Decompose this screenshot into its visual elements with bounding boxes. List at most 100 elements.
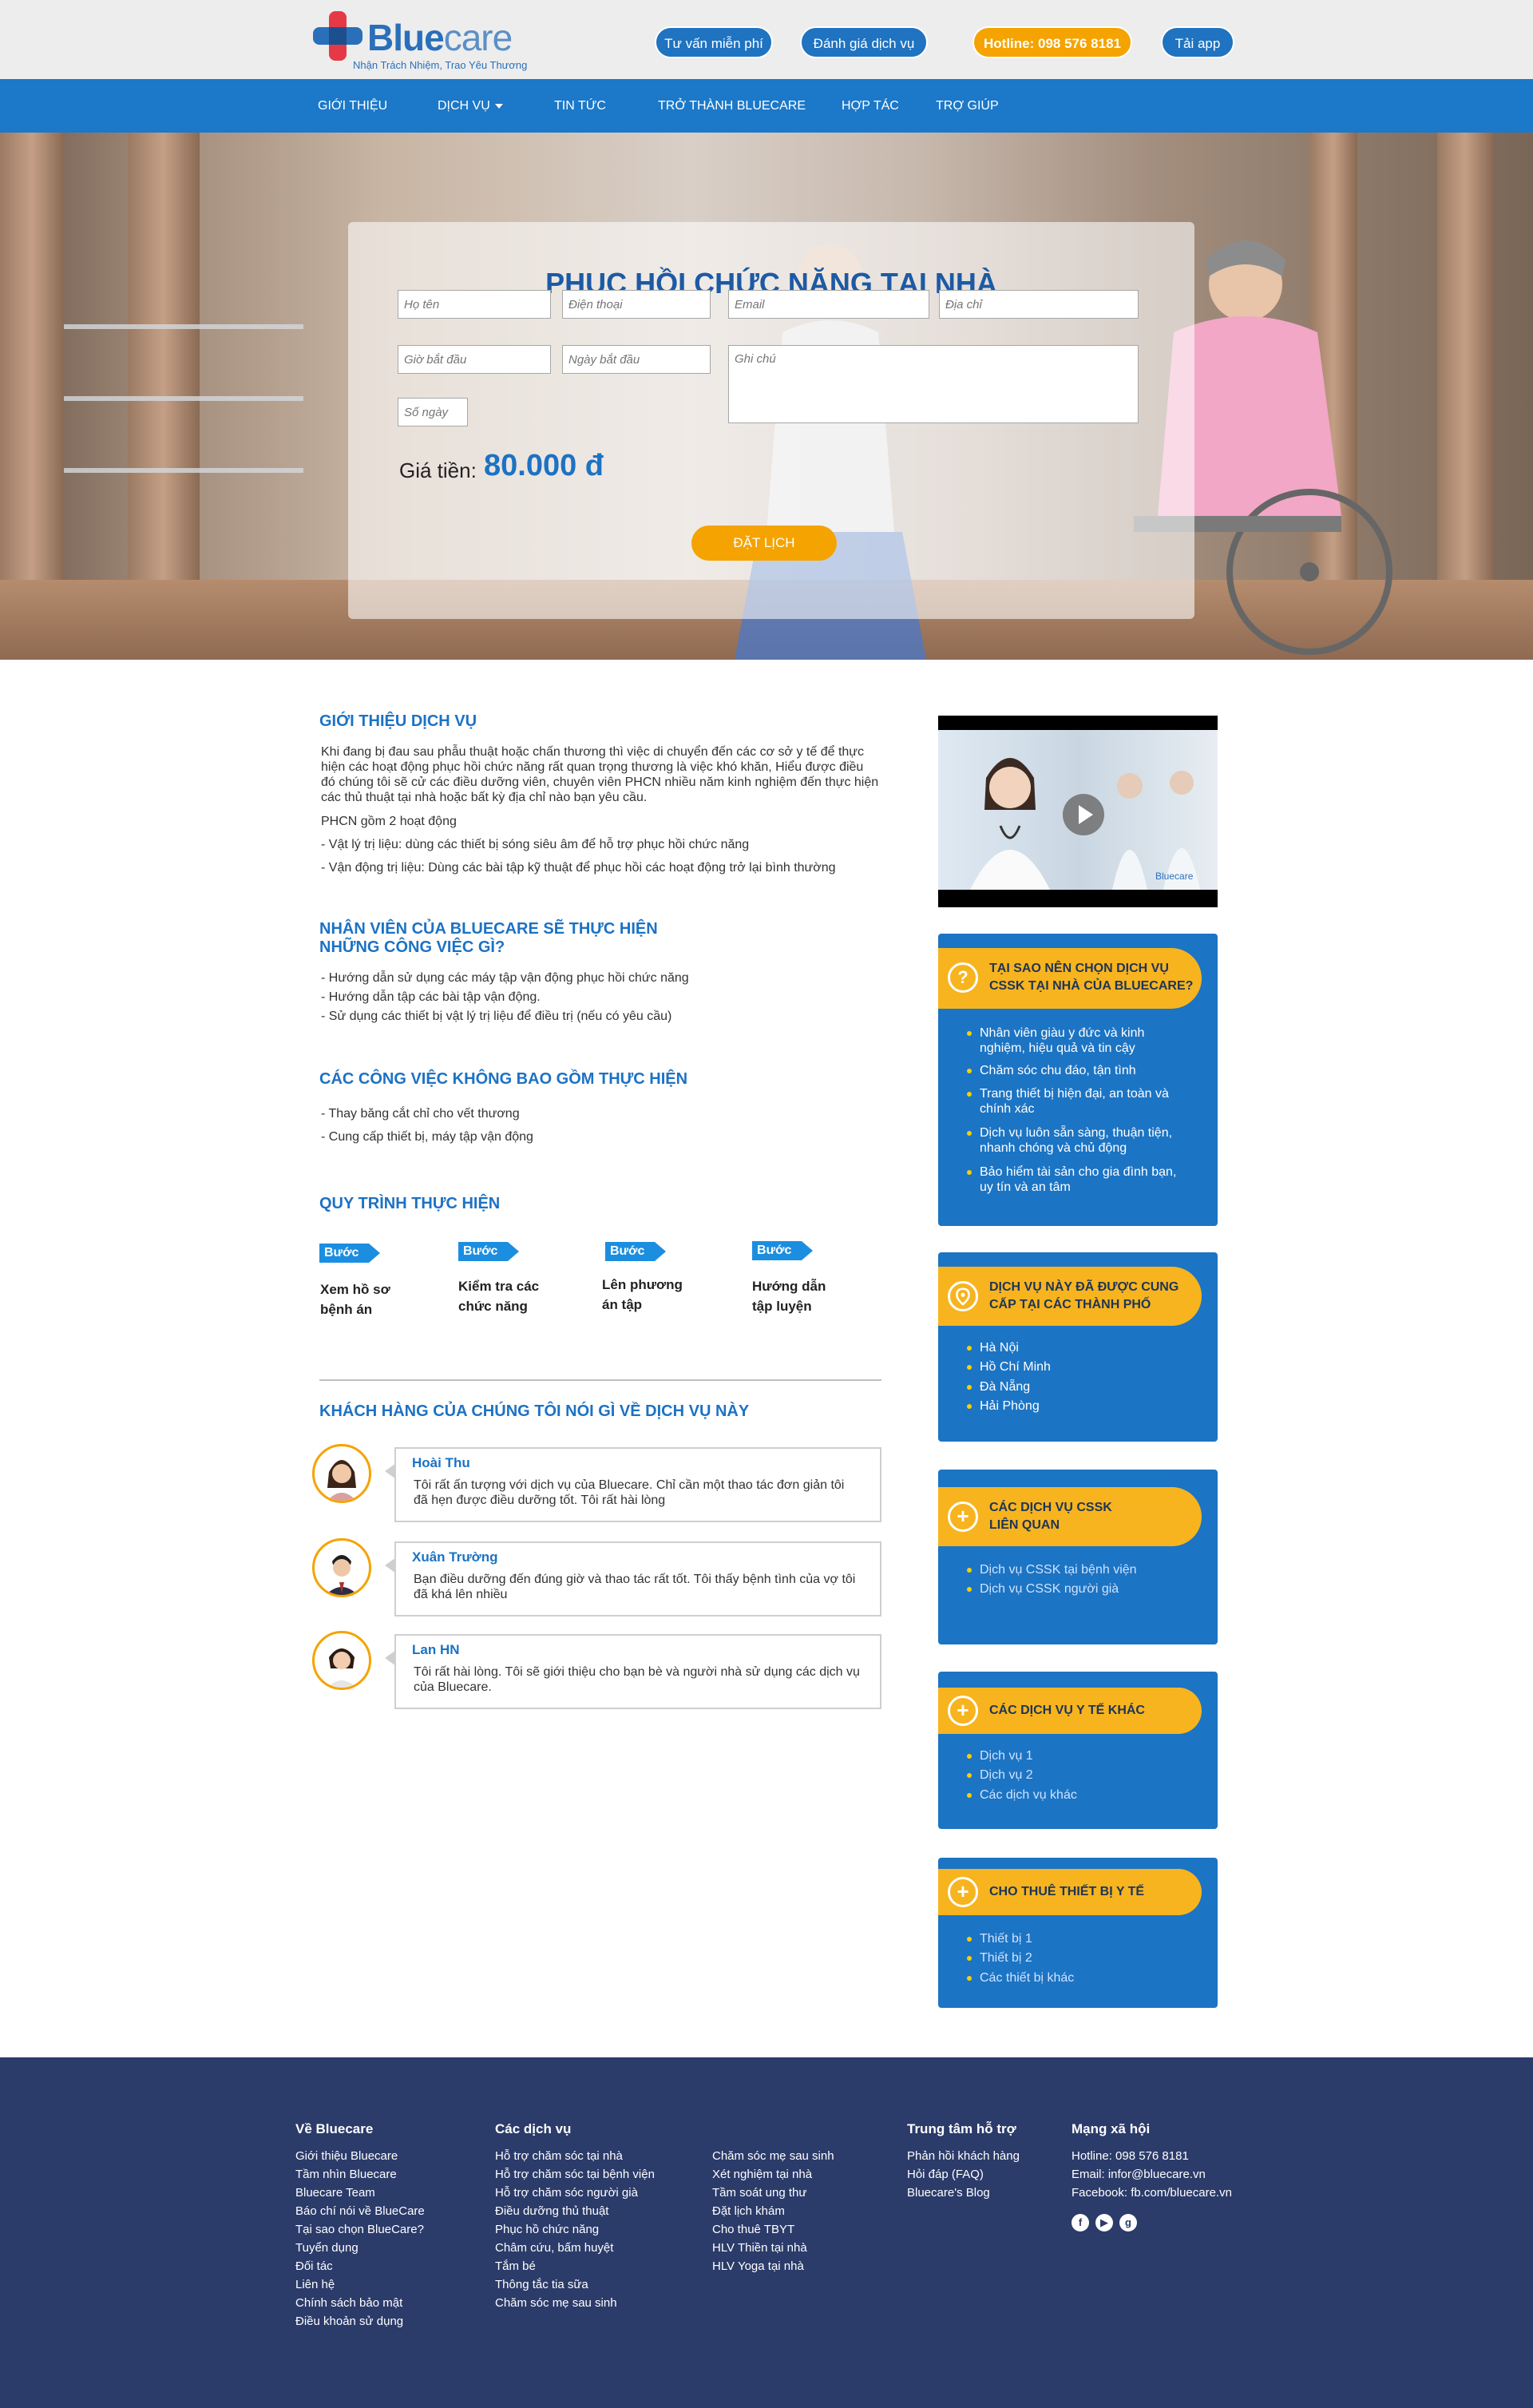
video-thumbnail: Bluecare: [938, 730, 1218, 890]
footer-link[interactable]: Chính sách bảo mật: [295, 2294, 425, 2312]
why-item-line: nhanh chóng và chủ động: [980, 1141, 1127, 1155]
tasks-title-line: NHỮNG CÔNG VIỆC GÌ?: [319, 938, 505, 956]
why-choose-title-line: CSSK TẠI NHÀ CỦA BLUECARE?: [989, 979, 1194, 993]
footer-link[interactable]: Hỗ trợ chăm sóc tại nhà: [495, 2147, 655, 2165]
bluecare-logo[interactable]: Bluecare Nhận Trách Nhiệm, Trao Yêu Thươ…: [311, 10, 535, 73]
main-nav: GIỚI THIỆU DỊCH VỤ TIN TỨC TRỞ THÀNH BLU…: [0, 79, 1533, 133]
intro-video[interactable]: Bluecare: [938, 716, 1218, 907]
testimonial-name: Hoài Thu: [412, 1455, 470, 1470]
logo-tagline: Nhận Trách Nhiệm, Trao Yêu Thương: [353, 59, 528, 71]
footer-link[interactable]: Châm cứu, bấm huyệt: [495, 2239, 655, 2257]
cities-title-line: DỊCH VỤ NÀY ĐÃ ĐƯỢC CUNG: [989, 1280, 1179, 1294]
step-text-line: chức năng: [458, 1299, 528, 1314]
testimonial-card: Lan HN Tôi rất hài lòng. Tôi sẽ giới thi…: [385, 1634, 881, 1709]
play-icon[interactable]: [1063, 794, 1104, 835]
footer-link[interactable]: Phục hồ chức năng: [495, 2220, 655, 2239]
hotline-button[interactable]: Hotline: 098 576 8181: [972, 26, 1132, 58]
related-service-link[interactable]: Dịch vụ CSSK người già: [966, 1581, 1119, 1597]
phone-input[interactable]: [562, 290, 711, 319]
footer-link[interactable]: Đối tác: [295, 2257, 425, 2275]
footer-link[interactable]: Bluecare Team: [295, 2184, 425, 2202]
testimonial-text: Tôi rất ấn tượng với dịch vụ của Bluecar…: [414, 1478, 845, 1507]
nav-item-news[interactable]: TIN TỨC: [554, 79, 606, 133]
equipment-link[interactable]: Thiết bị 1: [967, 1931, 1032, 1946]
footer-support-links: Phản hồi khách hàng Hỏi đáp (FAQ) Blueca…: [907, 2147, 1020, 2202]
address-input[interactable]: [939, 290, 1139, 319]
footer-link[interactable]: Tại sao chọn BlueCare?: [295, 2220, 425, 2239]
footer-link[interactable]: Liên hệ: [295, 2275, 425, 2294]
footer-link[interactable]: Giới thiệu Bluecare: [295, 2147, 425, 2165]
nav-item-services-label: DỊCH VỤ: [438, 99, 490, 113]
footer-link[interactable]: Tuyển dụng: [295, 2239, 425, 2257]
related-services-box: + CÁC DỊCH VỤ CSSK LIÊN QUAN Dịch vụ CSSK…: [938, 1470, 1218, 1644]
excluded-title: CÁC CÔNG VIỆC KHÔNG BAO GỒM THỰC HIỆN: [319, 1070, 688, 1088]
nav-item-become-bluecare[interactable]: TRỞ THÀNH BLUECARE: [658, 79, 806, 133]
city-item: Hải Phòng: [967, 1399, 1040, 1413]
footer-link[interactable]: Tầm soát ung thư: [712, 2184, 834, 2202]
footer-link[interactable]: Thông tắc tia sữa: [495, 2275, 655, 2294]
step-tag: Bước 3: [605, 1242, 666, 1277]
step-text-line: Lên phương: [602, 1277, 683, 1292]
footer: Về Bluecare Giới thiệu Bluecare Tầm nhìn…: [0, 2057, 1533, 2408]
facebook-icon[interactable]: f: [1072, 2214, 1089, 2231]
email-input[interactable]: [728, 290, 929, 319]
related-services-title-line: LIÊN QUAN: [989, 1518, 1060, 1532]
free-consult-button[interactable]: Tư vấn miễn phí: [655, 26, 773, 58]
other-service-link[interactable]: Dịch vụ 1: [967, 1748, 1033, 1763]
footer-link[interactable]: Cho thuê TBYT: [712, 2220, 834, 2239]
book-button[interactable]: ĐẶT LỊCH: [691, 526, 837, 561]
footer-link[interactable]: Bluecare's Blog: [907, 2184, 1020, 2202]
footer-link[interactable]: Báo chí nói về BlueCare: [295, 2202, 425, 2220]
process-title: QUY TRÌNH THỰC HIỆN: [319, 1195, 501, 1212]
why-item-line: uy tín và an tâm: [980, 1180, 1071, 1194]
footer-link[interactable]: Hỗ trợ chăm sóc tại bệnh viện: [495, 2165, 655, 2184]
section-divider: [319, 1379, 881, 1381]
name-input[interactable]: [398, 290, 551, 319]
footer-email[interactable]: Email: infor@bluecare.vn: [1072, 2165, 1232, 2184]
step-text: Lên phương án tập: [602, 1275, 683, 1315]
download-app-button[interactable]: Tải app: [1161, 26, 1234, 58]
price-value: 80.000 đ: [484, 449, 604, 482]
related-service-link[interactable]: Dịch vụ CSSK tại bệnh viện: [967, 1562, 1137, 1577]
nav-item-about[interactable]: GIỚI THIỆU: [318, 79, 387, 133]
start-time-input[interactable]: [398, 345, 551, 374]
youtube-icon[interactable]: ▶: [1095, 2214, 1113, 2231]
logo-wordmark: Bluecare: [367, 17, 513, 58]
footer-link[interactable]: Phản hồi khách hàng: [907, 2147, 1020, 2165]
plus-icon: +: [948, 1877, 978, 1907]
footer-link[interactable]: Tầm nhìn Bluecare: [295, 2165, 425, 2184]
note-textarea[interactable]: [728, 345, 1139, 423]
start-date-input[interactable]: [562, 345, 711, 374]
nav-item-help[interactable]: TRỢ GIÚP: [936, 79, 999, 133]
footer-link[interactable]: Hỗ trợ chăm sóc người già: [495, 2184, 655, 2202]
equipment-link[interactable]: Thiết bị 2: [967, 1950, 1032, 1966]
footer-link[interactable]: Chăm sóc mẹ sau sinh: [495, 2294, 655, 2312]
intro-sub: PHCN gồm 2 hoạt động: [321, 815, 457, 828]
location-pin-icon: [948, 1281, 978, 1311]
review-service-button[interactable]: Đánh giá dịch vụ: [800, 26, 928, 58]
city-item: Hà Nội: [967, 1341, 1019, 1355]
booking-form: PHỤC HỒI CHỨC NĂNG TẠI NHÀ Giá tiền: 80.…: [348, 222, 1194, 619]
footer-about-title: Về Bluecare: [295, 2121, 374, 2136]
other-service-link[interactable]: Dịch vụ 2: [967, 1767, 1033, 1783]
nav-item-partner[interactable]: HỢP TÁC: [842, 79, 899, 133]
footer-link[interactable]: HLV Thiền tại nhà: [712, 2239, 834, 2257]
footer-link[interactable]: Hỏi đáp (FAQ): [907, 2165, 1020, 2184]
footer-link[interactable]: HLV Yoga tại nhà: [712, 2257, 834, 2275]
footer-link[interactable]: Điều khoản sử dụng: [295, 2312, 425, 2331]
footer-facebook[interactable]: Facebook: fb.com/bluecare.vn: [1072, 2184, 1232, 2202]
footer-link[interactable]: Tắm bé: [495, 2257, 655, 2275]
footer-link[interactable]: Đặt lịch khám: [712, 2202, 834, 2220]
nav-item-services[interactable]: DỊCH VỤ: [438, 79, 503, 133]
why-item: Bảo hiểm tài sản cho gia đình bạn, uy tín…: [966, 1164, 1176, 1195]
footer-support-title: Trung tâm hỗ trợ: [907, 2121, 1016, 2136]
footer-link[interactable]: Điều dưỡng thủ thuật: [495, 2202, 655, 2220]
google-plus-icon[interactable]: g: [1119, 2214, 1137, 2231]
other-service-link[interactable]: Các dịch vụ khác: [967, 1787, 1077, 1803]
equipment-link[interactable]: Các thiết bị khác: [966, 1970, 1074, 1986]
why-item: Nhân viên giàu y đức và kinh nghiệm, hiệu…: [966, 1025, 1144, 1056]
footer-link[interactable]: Chăm sóc mẹ sau sinh: [712, 2147, 834, 2165]
footer-link[interactable]: Xét nghiệm tại nhà: [712, 2165, 834, 2184]
days-input[interactable]: [398, 398, 468, 426]
question-icon: ?: [948, 962, 978, 993]
